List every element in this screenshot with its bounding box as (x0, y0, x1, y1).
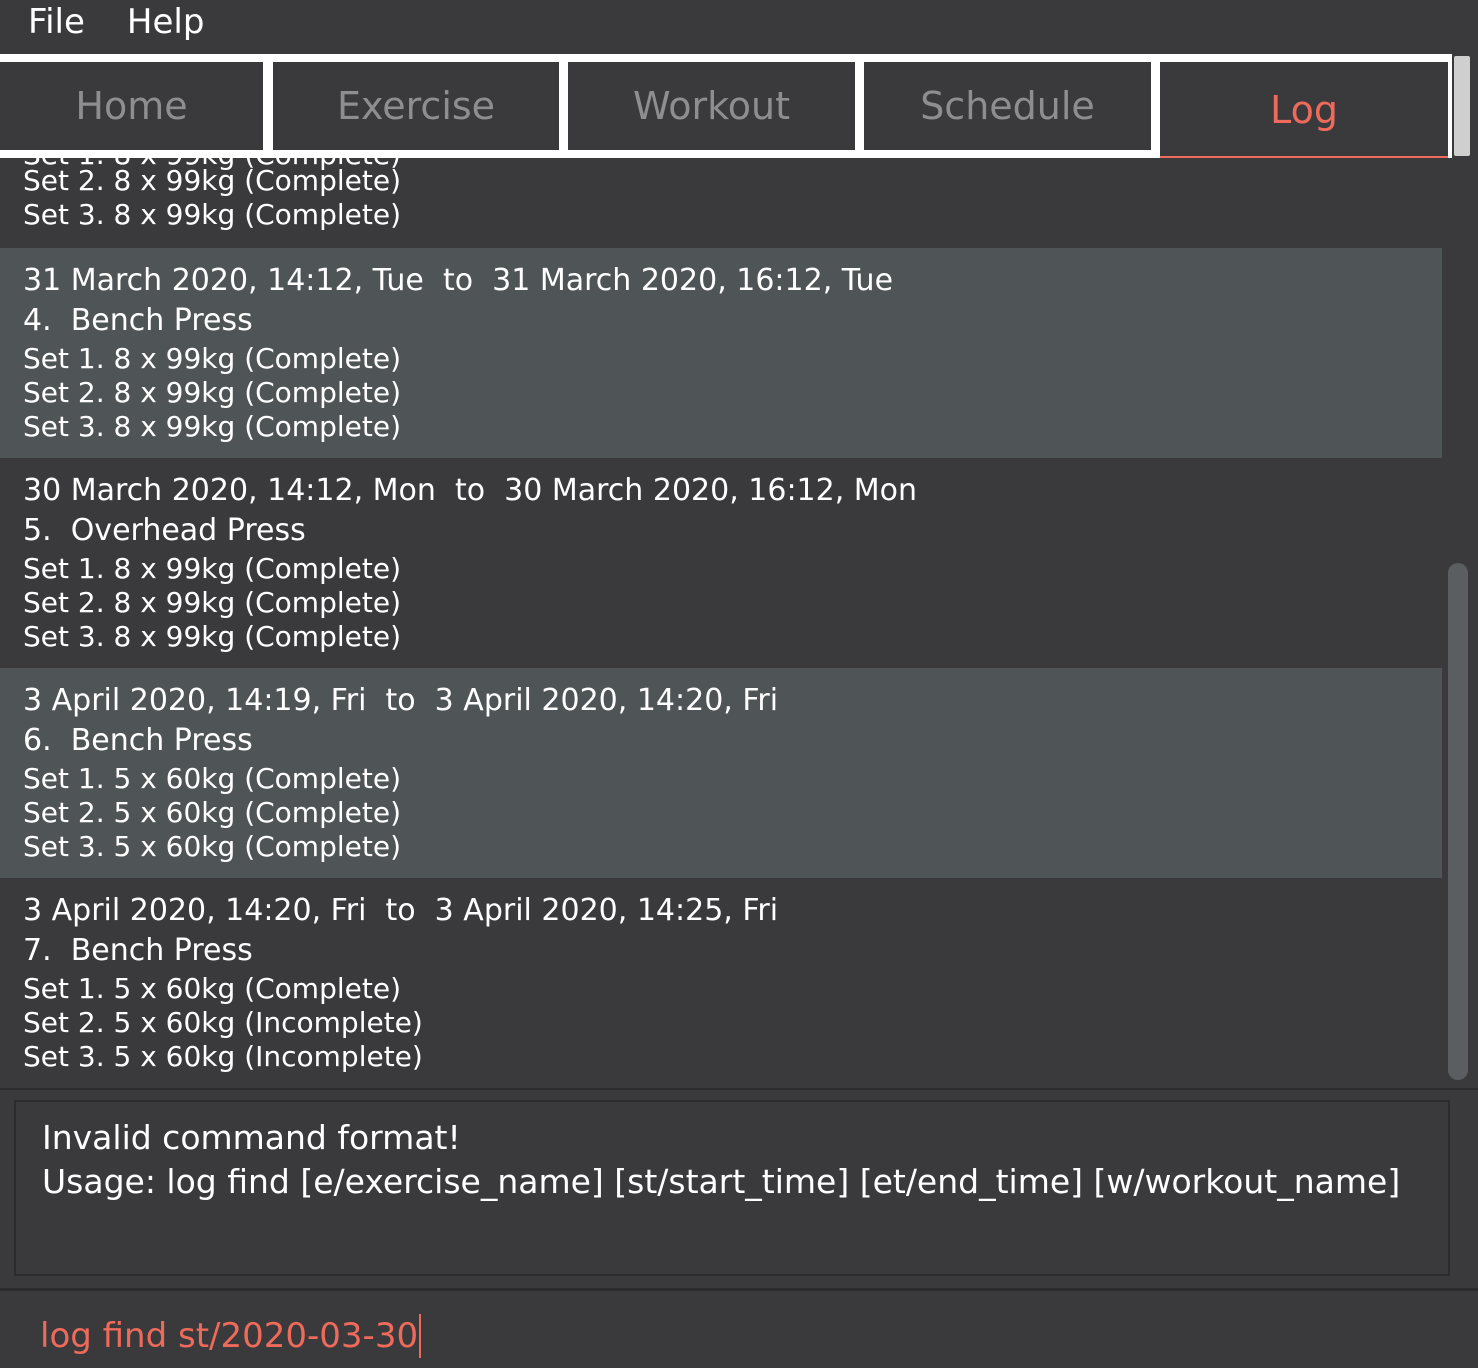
log-exercise-name: 5. Overhead Press (23, 513, 306, 548)
set-line: Set 1. 5 x 60kg (Complete) (23, 972, 401, 1005)
menu-file[interactable]: File (28, 5, 85, 39)
menu-help[interactable]: Help (127, 5, 205, 39)
set-line: Set 2. 8 x 99kg (Complete) (23, 376, 401, 409)
list-item[interactable]: 30 March 2020, 14:12, Mon to 30 March 20… (0, 458, 1442, 668)
tab-exercise[interactable]: Exercise (273, 62, 559, 150)
set-line: Set 1. 8 x 99kg (Complete) (23, 552, 401, 585)
list-item[interactable]: 31 March 2020, 14:12, Tue to 31 March 20… (0, 248, 1442, 458)
log-list[interactable]: Set 1. 8 x 99kg (Complete) Set 2. 8 x 99… (0, 158, 1442, 1088)
result-usage: Usage: log find [e/exercise_name] [st/st… (42, 1162, 1401, 1201)
log-time-range: 30 March 2020, 14:12, Mon to 30 March 20… (23, 473, 918, 508)
set-line: Set 2. 5 x 60kg (Incomplete) (23, 1006, 423, 1039)
command-input[interactable]: log find st/2020-03-30 (40, 1314, 422, 1358)
set-line: Set 2. 8 x 99kg (Complete) (23, 164, 401, 197)
set-line: Set 3. 8 x 99kg (Complete) (23, 620, 401, 653)
list-item[interactable]: Set 1. 8 x 99kg (Complete) Set 2. 8 x 99… (0, 158, 1442, 248)
tab-strip: Home Exercise Workout Schedule Log (0, 54, 1458, 162)
tab-scrollbar-thumb[interactable] (1454, 56, 1470, 156)
log-exercise-name: 7. Bench Press (23, 933, 253, 968)
tab-workout[interactable]: Workout (568, 62, 855, 150)
set-line: Set 3. 8 x 99kg (Complete) (23, 410, 401, 443)
log-exercise-name: 4. Bench Press (23, 303, 253, 338)
set-line: Set 1. 5 x 60kg (Complete) (23, 762, 401, 795)
log-time-range: 3 April 2020, 14:19, Fri to 3 April 2020… (23, 683, 779, 718)
result-display: Invalid command format! Usage: log find … (14, 1100, 1450, 1276)
set-line: Set 2. 8 x 99kg (Complete) (23, 586, 401, 619)
menu-bar: File Help (0, 0, 1478, 54)
list-scrollbar-thumb[interactable] (1448, 563, 1468, 1080)
set-line: Set 1. 8 x 99kg (Complete) (23, 342, 401, 375)
tab-home[interactable]: Home (0, 62, 263, 150)
log-time-range: 31 March 2020, 14:12, Tue to 31 March 20… (23, 263, 894, 298)
result-message: Invalid command format! (42, 1118, 461, 1157)
app-window: File Help Home Exercise Workout Schedule… (0, 0, 1478, 1368)
log-exercise-name: 6. Bench Press (23, 723, 253, 758)
set-line: Set 3. 5 x 60kg (Complete) (23, 830, 401, 863)
tab-log[interactable]: Log (1160, 62, 1448, 162)
set-line: Set 3. 8 x 99kg (Complete) (23, 198, 401, 231)
set-line: Set 3. 5 x 60kg (Incomplete) (23, 1040, 423, 1073)
log-time-range: 3 April 2020, 14:20, Fri to 3 April 2020… (23, 893, 779, 928)
list-item[interactable]: 3 April 2020, 14:20, Fri to 3 April 2020… (0, 878, 1442, 1088)
tab-schedule[interactable]: Schedule (864, 62, 1151, 150)
set-line: Set 2. 5 x 60kg (Complete) (23, 796, 401, 829)
list-item[interactable]: 3 April 2020, 14:19, Fri to 3 April 2020… (0, 668, 1442, 878)
